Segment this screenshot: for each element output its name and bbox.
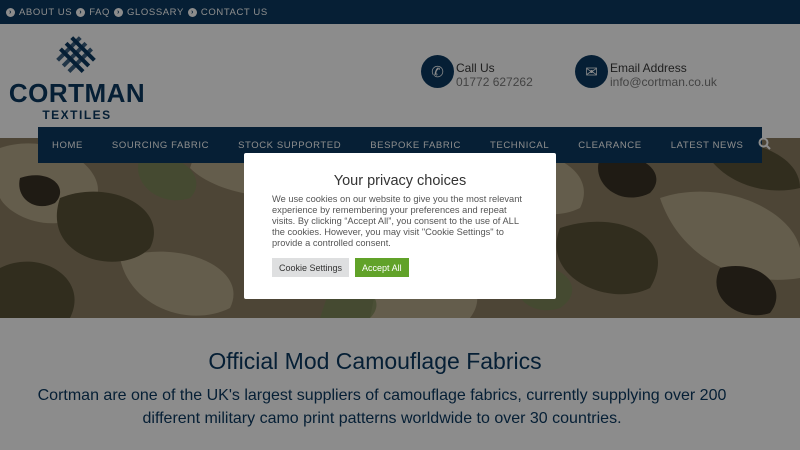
accept-all-button[interactable]: Accept All	[355, 258, 409, 278]
cookie-consent-dialog: Your privacy choices We use cookies on o…	[244, 153, 556, 299]
cookie-dialog-body: We use cookies on our website to give yo…	[272, 194, 522, 249]
cookie-settings-button[interactable]: Cookie Settings	[272, 258, 350, 278]
cookie-dialog-title: Your privacy choices	[333, 173, 467, 189]
